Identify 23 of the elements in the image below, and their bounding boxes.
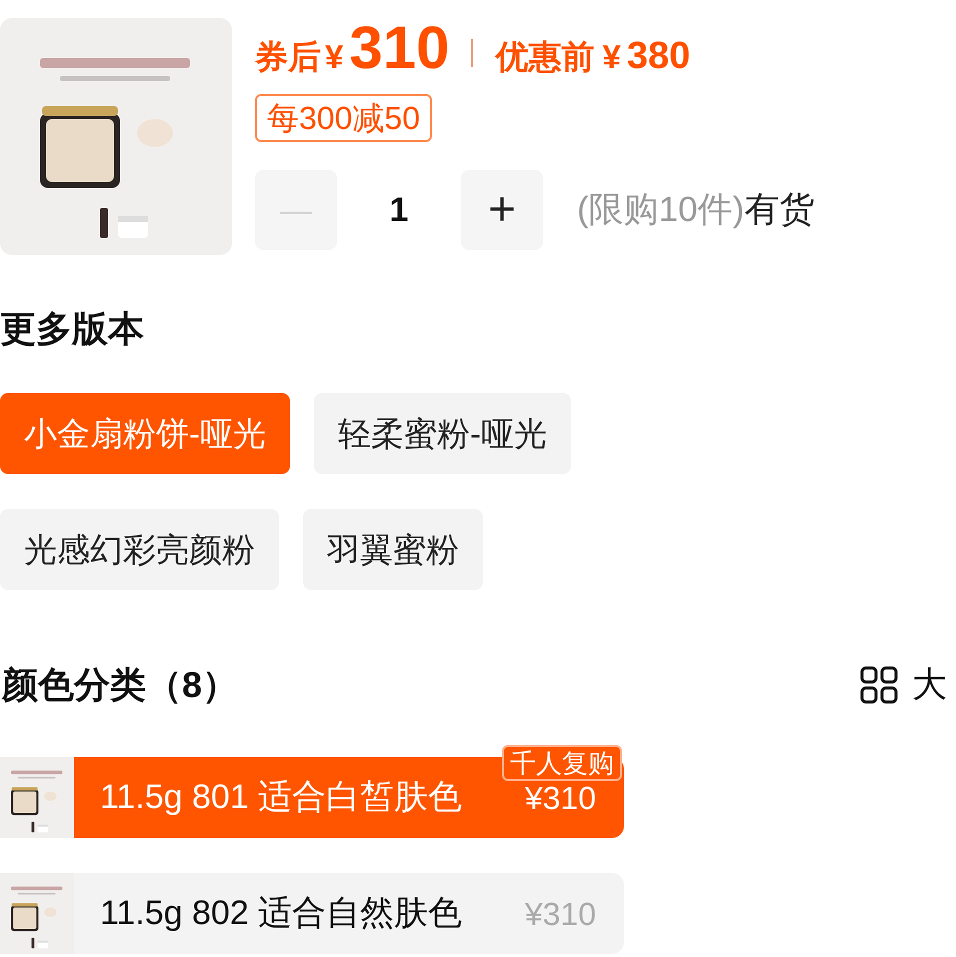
stock-status: 有货 xyxy=(744,188,814,231)
quantity-value: 1 xyxy=(388,190,410,230)
section-title: 颜色分类（8） xyxy=(0,663,238,707)
original-price-label: 优惠前 xyxy=(495,37,594,77)
plus-button[interactable]: + xyxy=(461,170,543,250)
option-label: 11.5g 801 适合白皙肤色 xyxy=(100,777,462,818)
option-price: ¥310 xyxy=(524,778,596,818)
currency-symbol: ¥ xyxy=(325,37,344,77)
purchase-limit: (限购10件) xyxy=(577,188,744,231)
currency-symbol: ¥ xyxy=(602,37,621,77)
version-option[interactable]: 轻柔蜜粉-哑光 xyxy=(314,393,571,474)
promo-badge: 每300减50 xyxy=(255,94,432,142)
grid-view-icon[interactable] xyxy=(860,666,898,704)
version-option[interactable]: 光感幻彩亮颜粉 xyxy=(0,509,279,590)
price: 310 xyxy=(349,18,450,78)
original-price: 380 xyxy=(626,34,690,79)
option-price: ¥310 xyxy=(524,894,596,934)
version-option[interactable]: 羽翼蜜粉 xyxy=(303,509,483,590)
repurchase-badge: 千人复购 xyxy=(502,745,622,781)
view-toggle-label[interactable]: 大 xyxy=(912,667,947,702)
section-title: 更多版本 xyxy=(0,311,145,347)
price-label: 券后 xyxy=(255,37,321,77)
option-label: 11.5g 802 适合自然肤色 xyxy=(100,893,462,934)
